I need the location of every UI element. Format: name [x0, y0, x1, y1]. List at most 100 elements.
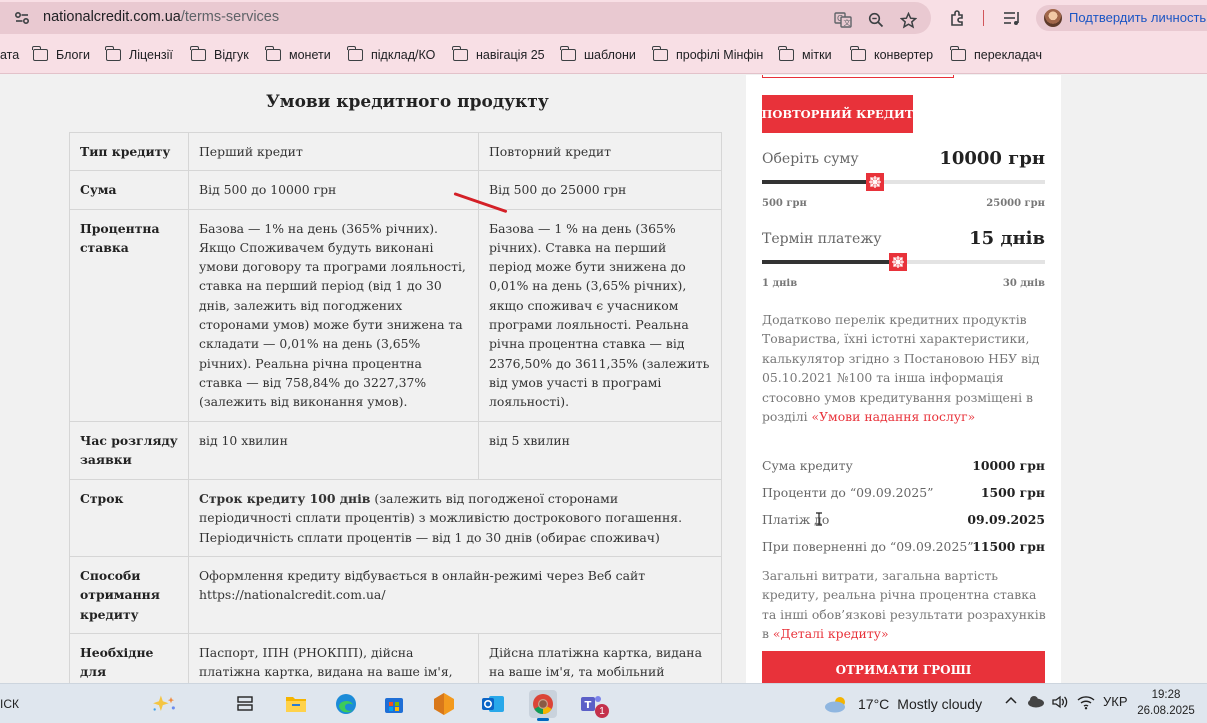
- table-row: Процентна ставка Базова — 1% на день (36…: [69, 208, 722, 422]
- app-orange-icon[interactable]: [430, 690, 458, 718]
- term-min: 1 днів: [762, 278, 798, 289]
- folder-icon: [452, 46, 468, 61]
- credit-calculator: ПОВТОРНИЙ КРЕДИТ Оберіть суму 10000 грн …: [746, 75, 1061, 683]
- credit-terms-table: Тип кредиту Перший кредит Повторний кред…: [69, 131, 722, 683]
- amount-slider-handle[interactable]: [864, 171, 886, 193]
- bookmark-folder[interactable]: Ліцензії: [105, 46, 173, 63]
- reading-list-icon[interactable]: [1002, 8, 1022, 28]
- url-host: nationalcredit.com.ua: [43, 9, 181, 25]
- taskbar-search[interactable]: ІСК: [0, 697, 19, 711]
- summary-label: Проценти до “09.09.2025”: [762, 485, 934, 500]
- row-label: Сума: [69, 170, 189, 210]
- folder-icon: [347, 46, 363, 61]
- bookmark-folder[interactable]: шаблони: [560, 46, 636, 63]
- zoom-icon[interactable]: [866, 10, 886, 30]
- url-text[interactable]: nationalcredit.com.ua/terms-services: [43, 9, 279, 25]
- term-slider[interactable]: [762, 253, 1045, 271]
- bookmark-folder[interactable]: перекладач: [950, 46, 1042, 63]
- repeat-credit-button[interactable]: ПОВТОРНИЙ КРЕДИТ: [762, 95, 913, 133]
- credit-details-link[interactable]: «Деталі кредиту»: [773, 626, 889, 641]
- row-label: Необхідне для оформлення онлайн-: [69, 632, 189, 683]
- wifi-icon[interactable]: [1077, 694, 1095, 713]
- table-row: Час розгляду заявки від 10 хвилин від 5 …: [69, 420, 722, 481]
- amount-slider[interactable]: [762, 173, 1045, 191]
- volume-icon[interactable]: [1051, 694, 1069, 713]
- bookmark-folder[interactable]: підклад/КО: [347, 46, 436, 63]
- table-cell: Від 500 до 25000 грн: [478, 170, 722, 210]
- summary-value: 09.09.2025: [967, 512, 1045, 527]
- bookmark-label: навігація 25: [476, 48, 545, 62]
- teams-badge: 1: [595, 704, 609, 718]
- file-explorer-icon[interactable]: [282, 690, 310, 718]
- get-money-button[interactable]: ОТРИМАТИ ГРОШІ: [762, 651, 1045, 683]
- table-cell: Повторний кредит: [478, 131, 722, 172]
- bookmark-label: Ліцензії: [129, 48, 173, 62]
- edge-icon[interactable]: [332, 690, 360, 718]
- copilot-icon[interactable]: [150, 690, 178, 718]
- translate-icon[interactable]: G文: [833, 10, 853, 30]
- svg-text:文: 文: [844, 18, 851, 27]
- bookmark-folder[interactable]: монети: [265, 46, 331, 63]
- table-row: Строк Строк кредиту 100 днів (залежить в…: [69, 479, 722, 558]
- avatar: [1044, 9, 1062, 27]
- url-path: /terms-services: [180, 9, 280, 25]
- language-indicator[interactable]: УКР: [1103, 694, 1128, 709]
- row-label: Способи отримання кредиту: [69, 556, 189, 634]
- clock-date: 26.08.2025: [1137, 705, 1195, 717]
- bookmark-label: перекладач: [974, 48, 1042, 62]
- weather-widget[interactable]: 17°C Mostly cloudy: [824, 694, 982, 714]
- bookmark-folder[interactable]: навігація 25: [452, 46, 545, 63]
- table-cell: від 5 хвилин: [478, 420, 722, 481]
- bookmark-label: конвертер: [874, 48, 934, 62]
- bookmark-label: підклад/КО: [371, 48, 436, 62]
- browser-toolbar: nationalcredit.com.ua/terms-services G文 …: [0, 0, 1207, 36]
- folder-icon: [850, 46, 866, 61]
- amount-min: 500 грн: [762, 198, 807, 209]
- folder-icon: [950, 46, 966, 61]
- amount-max: 25000 грн: [986, 198, 1045, 209]
- page-title: Умови кредитного продукту: [266, 92, 549, 112]
- row-label: Час розгляду заявки: [69, 420, 189, 481]
- bookmark-label: Блоги: [56, 48, 90, 62]
- table-row: Необхідне для оформлення онлайн- Паспорт…: [69, 632, 722, 683]
- bookmark-folder[interactable]: профілі Мінфін: [652, 46, 764, 63]
- term-max: 30 днів: [1002, 278, 1045, 289]
- profile-label: Подтвердить личность: [1069, 10, 1207, 25]
- bookmark-label: ата: [0, 48, 20, 62]
- bookmark-folder[interactable]: конвертер: [850, 46, 934, 63]
- bookmark-folder[interactable]: мітки: [778, 46, 832, 63]
- task-view-icon[interactable]: [231, 690, 259, 718]
- terms-link[interactable]: «Умови надання послуг»: [812, 409, 976, 424]
- clock-time: 19:28: [1151, 689, 1181, 701]
- bookmark-item[interactable]: ата: [0, 47, 19, 63]
- active-app-indicator: [537, 718, 549, 721]
- site-settings-icon[interactable]: [14, 10, 30, 26]
- clock[interactable]: 19:28 26.08.2025: [1136, 687, 1196, 719]
- bookmark-label: профілі Мінфін: [676, 48, 764, 62]
- chevron-up-icon[interactable]: [1004, 694, 1018, 711]
- row-label: Процентна ставка: [69, 208, 189, 422]
- term-slider-handle[interactable]: [887, 251, 909, 273]
- bookmark-label: Відгук: [214, 48, 249, 62]
- bookmark-star-icon[interactable]: [898, 10, 918, 30]
- first-credit-tab-edge[interactable]: [762, 75, 954, 78]
- profile-button[interactable]: Подтвердить личность: [1036, 5, 1207, 31]
- summary-value: 1500 грн: [980, 485, 1045, 500]
- chrome-icon[interactable]: [529, 690, 557, 721]
- summary-row: При поверненні до “09.09.2025” 11500 грн: [762, 539, 1045, 559]
- bookmarks-bar: ата Блоги Ліцензії Відгук монети підклад…: [0, 36, 1207, 74]
- weather-text: Mostly cloudy: [897, 696, 983, 712]
- bookmark-folder[interactable]: Блоги: [32, 46, 90, 63]
- store-icon[interactable]: [380, 690, 408, 718]
- toolbar-divider: [983, 10, 984, 26]
- table-cell: Строк кредиту 100 днів (залежить від пог…: [188, 479, 722, 558]
- extensions-icon[interactable]: [948, 8, 968, 28]
- onedrive-icon[interactable]: [1027, 694, 1045, 711]
- cloud-sun-icon: [825, 697, 845, 713]
- teams-icon[interactable]: T 1: [578, 690, 609, 718]
- outlook-icon[interactable]: [479, 690, 507, 718]
- folder-icon: [265, 46, 281, 61]
- bookmark-folder[interactable]: Відгук: [190, 46, 249, 63]
- address-bar[interactable]: nationalcredit.com.ua/terms-services G文: [0, 2, 931, 34]
- table-cell: Оформлення кредиту відбувається в онлайн…: [188, 556, 722, 634]
